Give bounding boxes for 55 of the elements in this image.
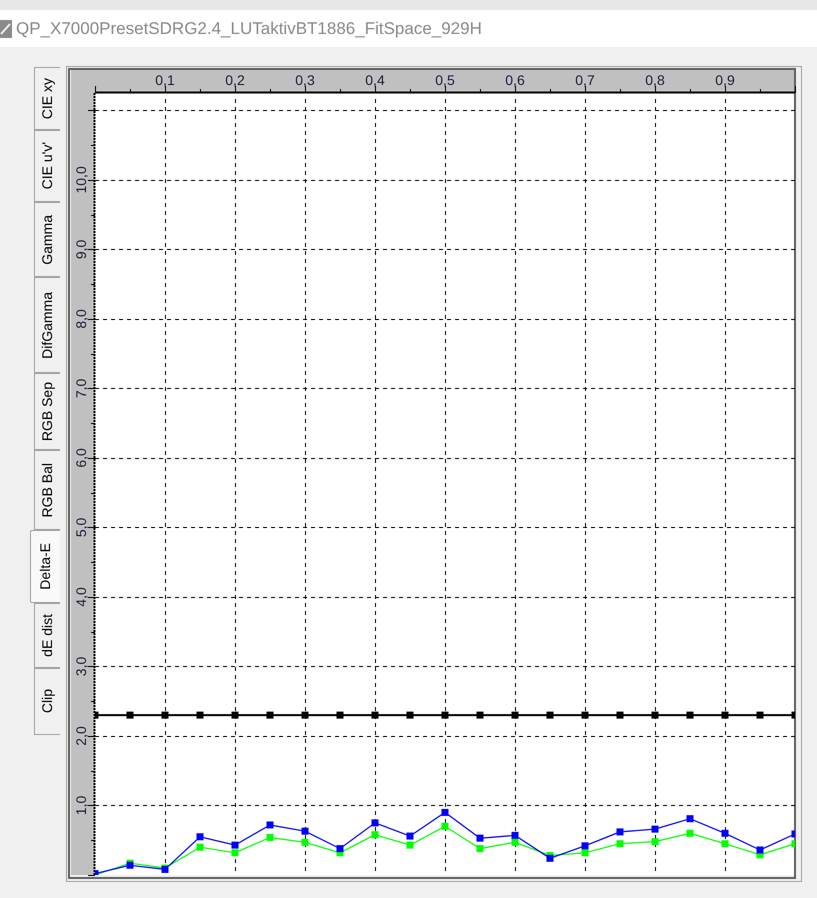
tab[interactable]: Clip [34,668,60,735]
data-point [792,830,795,838]
tick-label: 5,0 [73,518,89,538]
data-point [266,712,274,719]
tick-label: 0,7 [575,72,595,88]
data-point [126,712,134,719]
data-point [476,712,484,719]
tick-label: 0,2 [225,72,245,88]
tick-label: 7,0 [73,378,89,398]
data-point [406,712,414,719]
data-point [406,842,414,849]
tab[interactable]: CIE xy [34,67,60,130]
tick-label: 0,1 [155,72,175,88]
app-icon [0,20,12,38]
tick-label: 0,6 [505,72,525,88]
window-title: QP_X7000PresetSDRG2.4_LUTaktivBT1886_FitSpace_929H [16,18,482,40]
data-point [792,840,795,848]
data-point [722,840,728,848]
tab[interactable]: RGB Sep [34,373,60,450]
tab[interactable]: Delta-E [30,530,60,603]
tab[interactable]: DifGamma [34,277,60,373]
data-point [406,832,414,840]
data-point [792,712,795,719]
tick-label: 4,0 [73,587,89,607]
data-point [616,840,624,848]
data-point [616,712,624,719]
data-point [652,838,658,846]
data-point [336,712,344,719]
data-point [686,815,694,822]
tick-label: 0,9 [715,72,735,88]
data-point [196,712,204,719]
tick-label: 10,0 [73,166,89,194]
data-point [196,844,204,851]
tab[interactable]: RGB Bal [34,450,60,530]
tick-label: 0,5 [435,72,455,88]
data-point [302,828,308,835]
data-point [756,712,764,719]
data-point [476,834,484,842]
data-point [546,712,554,719]
tick-label: 9,0 [73,240,89,260]
data-point [476,845,484,852]
data-point [686,712,694,719]
tick-label: 0,4 [365,72,385,88]
tick-label: 2,0 [73,726,89,746]
tick-label: 3,0 [73,656,89,676]
tick-label: 1,0 [73,796,89,816]
data-point [652,826,658,833]
data-point [372,831,378,838]
tab[interactable]: Gamma [34,202,60,277]
tab[interactable]: CIE u'v' [34,130,60,202]
tick-label: 0,8 [645,72,665,88]
tick-label: 8,0 [73,309,89,329]
tick-label: 6,0 [73,448,89,468]
tab[interactable]: dE dist [34,603,60,668]
tick-label: 0,3 [295,72,315,88]
